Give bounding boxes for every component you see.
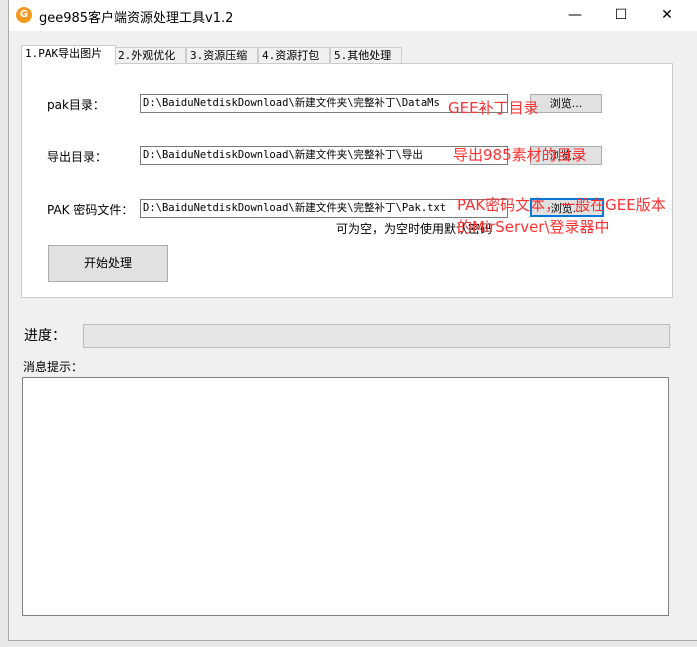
messages-label: 消息提示：: [23, 360, 84, 374]
tab-other[interactable]: 5.其他处理: [330, 47, 402, 64]
window-title: gee985客户端资源处理工具v1.2: [39, 11, 234, 26]
close-button[interactable]: ✕: [644, 0, 690, 31]
export-dir-label: 导出目录：: [47, 150, 108, 164]
annotation-export-dir: 导出985素材的目录: [453, 146, 587, 164]
app-window: G gee985客户端资源处理工具v1.2 — ☐ ✕ 1.PAK导出图片 2.…: [8, 0, 697, 641]
progress-bar: [83, 324, 670, 348]
pak-dir-label: pak目录：: [47, 98, 105, 112]
tab-pak-export[interactable]: 1.PAK导出图片: [21, 45, 116, 65]
annotation-pak-dir: GEE补丁目录: [448, 99, 539, 117]
minimize-button[interactable]: —: [552, 0, 598, 31]
pak-dir-browse-button[interactable]: 浏览...: [530, 94, 602, 113]
app-logo-icon: G: [16, 7, 32, 23]
start-button[interactable]: 开始处理: [48, 245, 168, 282]
pak-pwd-label: PAK 密码文件：: [47, 203, 134, 217]
annotation-pak-pwd-2: 的MirServer\登录器中: [457, 218, 610, 236]
progress-label: 进度：: [24, 328, 66, 344]
tab-pack[interactable]: 4.资源打包: [258, 47, 330, 64]
title-bar: G gee985客户端资源处理工具v1.2 — ☐ ✕: [9, 0, 697, 31]
tab-compress[interactable]: 3.资源压缩: [186, 47, 258, 64]
pak-pwd-input[interactable]: D:\BaiduNetdiskDownload\新建文件夹\完整补丁\Pak.t…: [140, 199, 508, 218]
maximize-button[interactable]: ☐: [598, 0, 644, 31]
tab-appearance[interactable]: 2.外观优化: [114, 47, 186, 64]
tab-panel: pak目录： D:\BaiduNetdiskDownload\新建文件夹\完整补…: [21, 63, 673, 298]
annotation-pak-pwd-1: PAK密码文本，一般在GEE版本: [457, 196, 666, 214]
messages-textarea[interactable]: [22, 377, 669, 616]
